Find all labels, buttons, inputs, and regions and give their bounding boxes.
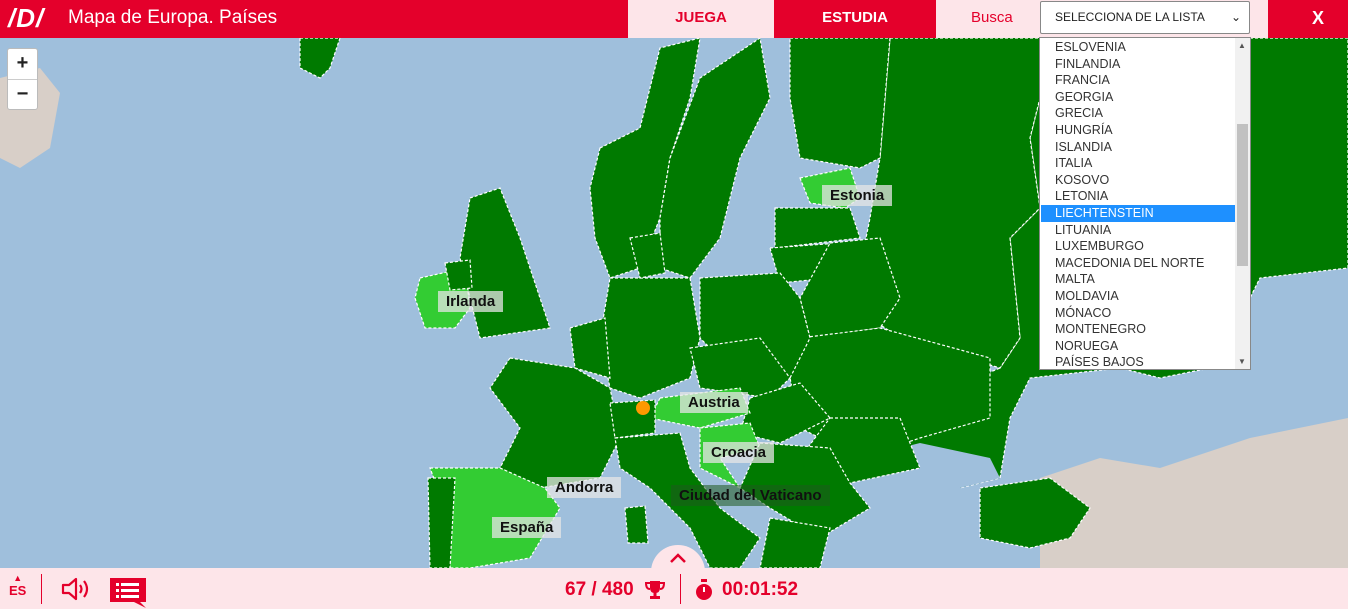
tab-juega[interactable]: JUEGA (628, 0, 774, 38)
zoom-in-button[interactable]: + (8, 49, 37, 80)
dropdown-option[interactable]: LIECHTENSTEIN (1041, 204, 1235, 222)
stopwatch-icon (696, 579, 712, 600)
country-dropdown-list[interactable]: ESLOVENIA FINLANDIA FRANCIA GEORGIA GRECIA HU… (1039, 37, 1251, 370)
liechtenstein-marker[interactable] (636, 401, 650, 415)
scrollbar-thumb[interactable] (1237, 124, 1248, 266)
language-selector[interactable]: ▲ ES (9, 573, 27, 599)
tab-estudia[interactable]: ESTUDIA (774, 0, 936, 38)
zoom-out-button[interactable]: − (8, 80, 37, 110)
dropdown-option[interactable]: ITALIA (1041, 155, 1235, 172)
dropdown-option[interactable]: MACEDONIA DEL NORTE (1041, 255, 1235, 272)
scroll-up-icon[interactable]: ▲ (1238, 41, 1246, 50)
sound-icon[interactable] (60, 576, 92, 602)
divider (680, 574, 681, 604)
dropdown-option[interactable]: GRECIA (1041, 105, 1235, 122)
dropdown-scrollbar[interactable]: ▲ ▼ (1235, 38, 1250, 369)
dropdown-option[interactable]: NORUEGA (1041, 338, 1235, 355)
caret-up-icon: ▲ (13, 573, 23, 583)
label-espana: España (492, 517, 562, 538)
label-irlanda: Irlanda (438, 291, 504, 312)
scroll-down-icon[interactable]: ▼ (1238, 357, 1246, 366)
score-counter: 67 / 480 (565, 579, 634, 600)
dropdown-option[interactable]: KOSOVO (1041, 172, 1235, 189)
dropdown-option[interactable]: GEORGIA (1041, 89, 1235, 106)
label-croacia: Croacia (703, 442, 775, 463)
dropdown-option[interactable]: LITUANIA (1041, 222, 1235, 239)
label-vaticano: Ciudad del Vaticano (671, 485, 830, 506)
bottom-bar: ▲ ES 67 / 480 00:01:52 (0, 568, 1348, 609)
trophy-icon (645, 581, 665, 599)
divider (41, 574, 42, 604)
dropdown-option[interactable]: FINLANDIA (1041, 56, 1235, 73)
dropdown-option[interactable]: HUNGRÍA (1041, 122, 1235, 139)
dropdown-option[interactable]: LETONIA (1041, 188, 1235, 205)
timer: 00:01:52 (722, 579, 799, 600)
tab-busca-label: Busca (971, 9, 1013, 26)
country-sardinia[interactable] (624, 505, 649, 544)
page-title: Mapa de Europa. Países (68, 7, 278, 28)
label-austria: Austria (680, 392, 748, 413)
language-code: ES (9, 583, 27, 598)
dropdown-option[interactable]: MOLDAVIA (1041, 288, 1235, 305)
zoom-control: + − (7, 48, 38, 110)
top-bar: /D/ Mapa de Europa. Países JUEGA ESTUDIA… (0, 0, 1348, 38)
dropdown-option[interactable]: FRANCIA (1041, 72, 1235, 89)
country-select-value: SELECCIONA DE LA LISTA (1055, 10, 1205, 24)
label-andorra: Andorra (547, 477, 622, 498)
logo[interactable]: /D/ (8, 3, 44, 34)
list-icon[interactable] (110, 578, 146, 608)
dropdown-options: ESLOVENIA FINLANDIA FRANCIA GEORGIA GRECIA HU… (1041, 39, 1235, 369)
dropdown-option[interactable]: MÓNACO (1041, 305, 1235, 322)
country-select[interactable]: SELECCIONA DE LA LISTA ⌄ (1040, 1, 1250, 34)
chevron-down-icon: ⌄ (1230, 10, 1241, 24)
dropdown-option[interactable]: ESLOVENIA (1041, 39, 1235, 56)
dropdown-option[interactable]: PAÍSES BAJOS (1041, 354, 1235, 369)
dropdown-option[interactable]: LUXEMBURGO (1041, 238, 1235, 255)
dropdown-option[interactable]: ISLANDIA (1041, 139, 1235, 156)
country-germany[interactable] (599, 277, 701, 399)
close-button[interactable]: X (1312, 8, 1324, 29)
label-estonia: Estonia (822, 185, 893, 206)
dropdown-option[interactable]: MONTENEGRO (1041, 321, 1235, 338)
chevron-up-icon (670, 553, 686, 563)
dropdown-option[interactable]: MALTA (1041, 271, 1235, 288)
country-finland[interactable] (789, 38, 891, 169)
